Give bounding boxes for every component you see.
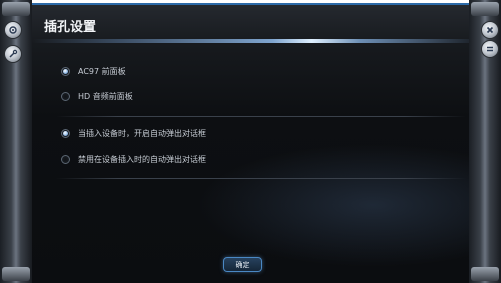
gear-icon-glyph: [9, 26, 17, 34]
radio-button[interactable]: [61, 92, 70, 101]
gear-icon[interactable]: [4, 21, 22, 39]
pillar-cap: [471, 2, 499, 16]
ok-button[interactable]: 确定: [223, 257, 262, 272]
section-divider: [56, 116, 466, 117]
wrench-icon-glyph: [9, 49, 18, 58]
jack-settings-panel: 插孔设置 AC97 前面板 HD 音频前面板 当插入设备时，开启自动弹出对话框 …: [32, 3, 469, 283]
wrench-icon[interactable]: [4, 45, 22, 63]
radio-button[interactable]: [61, 155, 70, 164]
page-title: 插孔设置: [44, 20, 97, 35]
left-frame-pillar: [0, 0, 32, 283]
radio-disable-auto-popup[interactable]: 禁用在设备插入时的自动弹出对话框: [61, 154, 206, 165]
pillar-cap: [2, 267, 30, 281]
radio-hd-audio-front-panel[interactable]: HD 音频前面板: [61, 91, 133, 102]
radio-label: 当插入设备时，开启自动弹出对话框: [78, 129, 206, 138]
radio-button-checked[interactable]: [61, 67, 70, 76]
radio-label: AC97 前面板: [78, 67, 126, 76]
minimize-icon-glyph: [487, 46, 493, 52]
app-window: 插孔设置 AC97 前面板 HD 音频前面板 当插入设备时，开启自动弹出对话框 …: [0, 0, 501, 283]
pillar-cap: [471, 267, 499, 281]
pillar-cap: [2, 2, 30, 16]
close-icon-glyph: [486, 26, 494, 34]
minimize-icon[interactable]: [481, 40, 499, 58]
radio-label: 禁用在设备插入时的自动弹出对话框: [78, 155, 206, 164]
close-icon[interactable]: [481, 21, 499, 39]
radio-enable-auto-popup[interactable]: 当插入设备时，开启自动弹出对话框: [61, 128, 206, 139]
section-divider: [56, 178, 466, 179]
panel-glow: [32, 5, 469, 283]
radio-label: HD 音频前面板: [78, 92, 133, 101]
radio-ac97-front-panel[interactable]: AC97 前面板: [61, 66, 126, 77]
title-underline: [32, 39, 469, 43]
radio-button-checked[interactable]: [61, 129, 70, 138]
